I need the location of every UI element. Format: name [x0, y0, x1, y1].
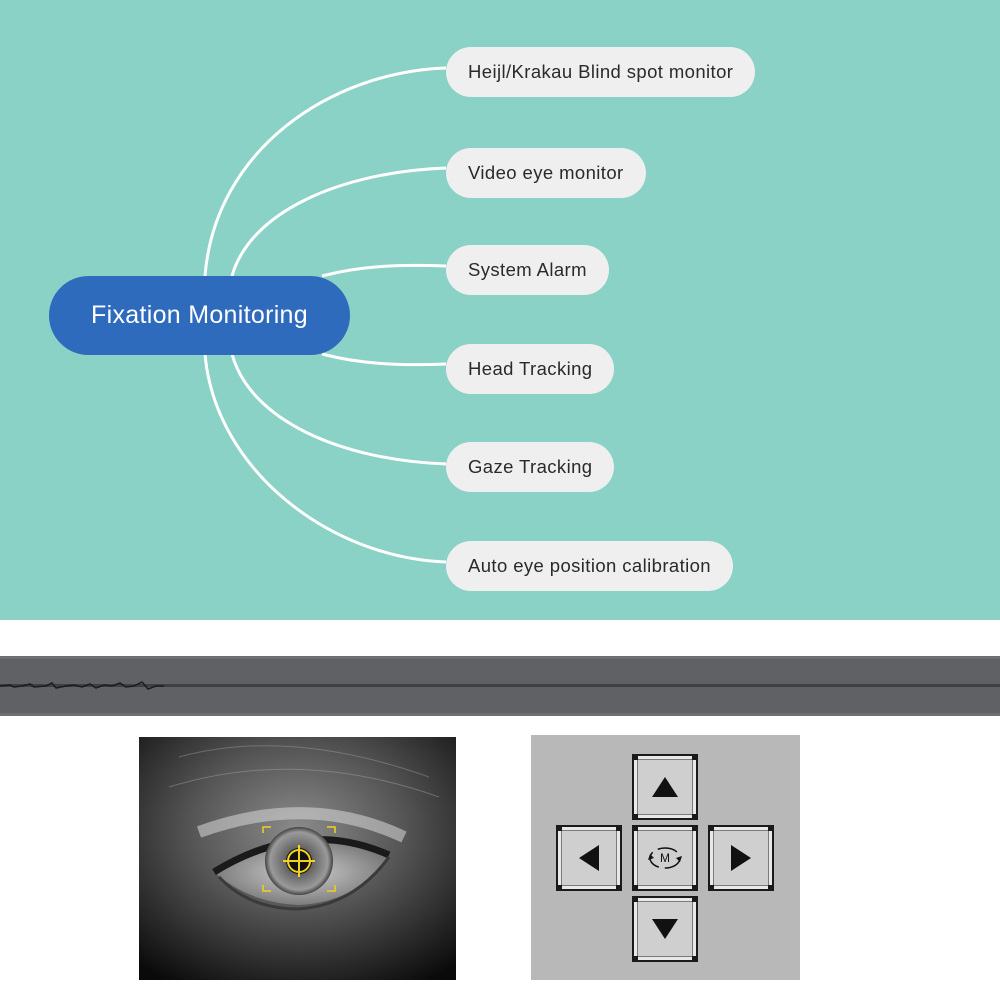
branch-node-system-alarm: System Alarm: [446, 245, 609, 295]
branch-label: System Alarm: [468, 259, 587, 280]
connector-line: [230, 166, 447, 277]
direction-pad: M: [531, 735, 800, 980]
branch-node-head-tracking: Head Tracking: [446, 344, 615, 394]
figure: Fixation Monitoring Heijl/Krakau Blind s…: [0, 0, 1000, 1000]
arrow-left-icon: [579, 845, 599, 871]
connector-line: [203, 353, 447, 564]
eye-camera-view: [139, 737, 456, 980]
right-button[interactable]: [708, 825, 774, 891]
up-button[interactable]: [632, 754, 698, 820]
down-button[interactable]: [632, 896, 698, 962]
branch-node-video-eye-monitor: Video eye monitor: [446, 148, 646, 198]
center-node: Fixation Monitoring: [49, 276, 350, 355]
rotate-icon: M: [645, 843, 685, 873]
connector-line: [321, 263, 447, 278]
arrow-up-icon: [652, 777, 678, 797]
arrow-right-icon: [731, 845, 751, 871]
left-button[interactable]: [556, 825, 622, 891]
branch-label: Auto eye position calibration: [468, 555, 711, 576]
mind-map: Fixation Monitoring Heijl/Krakau Blind s…: [0, 0, 1000, 620]
branch-node-blind-spot-monitor: Heijl/Krakau Blind spot monitor: [446, 47, 756, 97]
center-node-label: Fixation Monitoring: [91, 301, 308, 329]
branch-node-auto-calibration: Auto eye position calibration: [446, 541, 733, 591]
connector-line: [321, 352, 447, 367]
eye-image: [139, 737, 456, 980]
branch-label: Head Tracking: [468, 358, 593, 379]
branch-label: Video eye monitor: [468, 162, 624, 183]
center-calibrate-button[interactable]: M: [632, 825, 698, 891]
arrow-down-icon: [652, 919, 678, 939]
branch-label: Heijl/Krakau Blind spot monitor: [468, 61, 734, 82]
signal-trace: [0, 681, 164, 690]
device-strip: [0, 656, 1000, 716]
branch-label: Gaze Tracking: [468, 456, 593, 477]
branch-node-gaze-tracking: Gaze Tracking: [446, 442, 615, 492]
connector-line: [230, 353, 447, 466]
center-button-label: M: [660, 851, 670, 865]
